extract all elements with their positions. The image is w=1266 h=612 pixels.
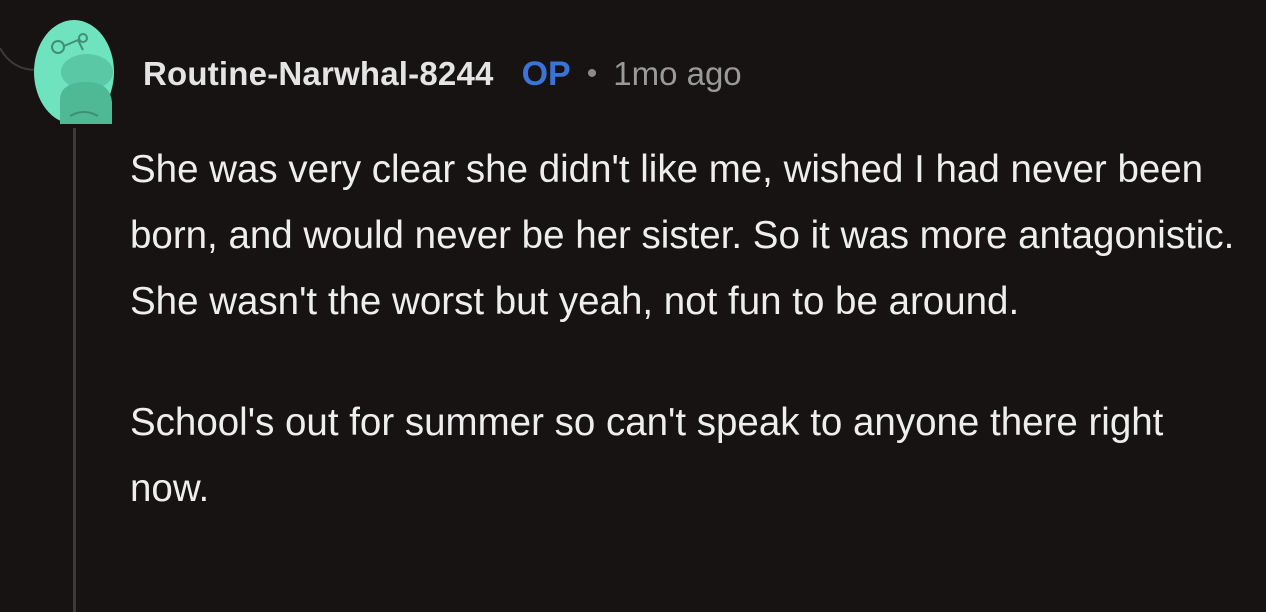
op-badge: OP	[521, 54, 571, 93]
comment-body: She was very clear she didn't like me, w…	[130, 137, 1250, 522]
comment-paragraph: She was very clear she didn't like me, w…	[130, 148, 1235, 323]
thread-line[interactable]	[73, 128, 76, 612]
username-link[interactable]: Routine-Narwhal-8244	[143, 55, 494, 93]
comment-paragraph: School's out for summer so can't speak t…	[130, 401, 1164, 510]
snoo-avatar-icon[interactable]	[34, 20, 114, 124]
comment-header: Routine-Narwhal-8244 OP • 1mo ago	[143, 52, 742, 96]
comment-timestamp[interactable]: 1mo ago	[613, 55, 741, 93]
separator-dot: •	[586, 57, 598, 90]
